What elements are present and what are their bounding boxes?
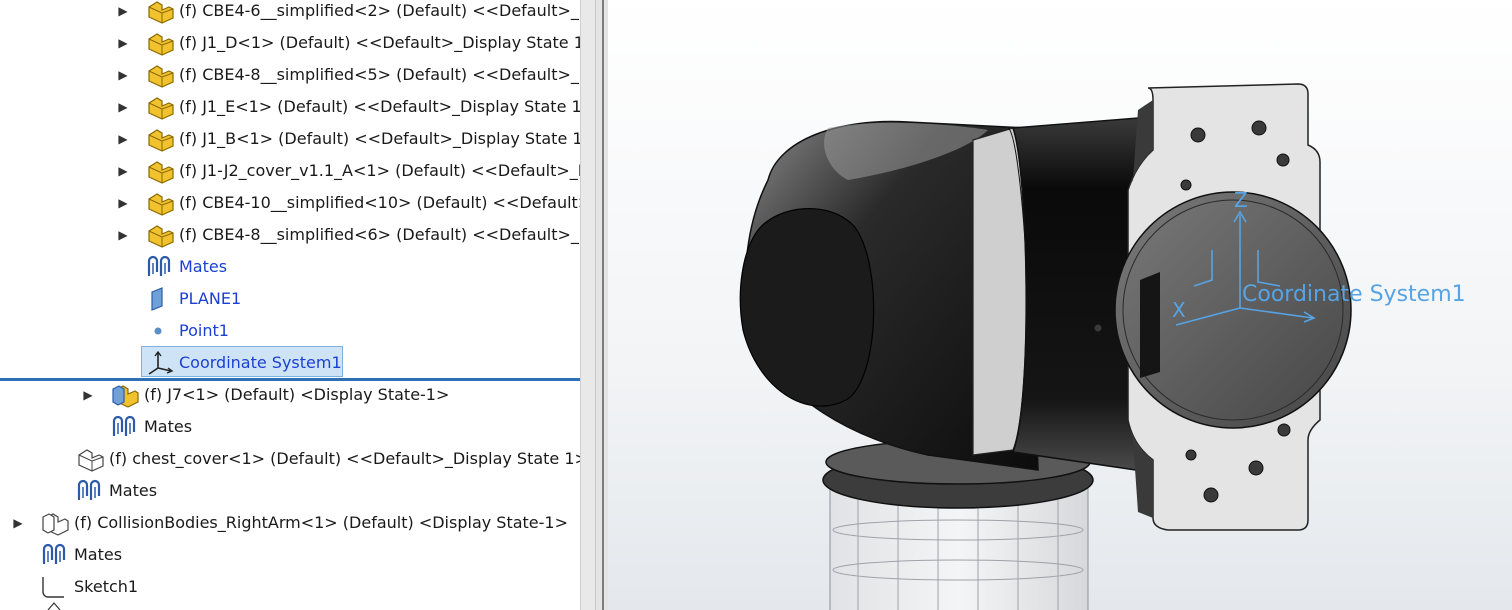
tree-item-label: Sketch1 xyxy=(74,577,139,596)
tree-item-collisionbodies-rightarm[interactable]: ▶ (f) CollisionBodies_RightArm<1> (Defau… xyxy=(0,507,580,539)
feature-manager-tree: ▶ (f) CBE4-6__simplified<2> (Default) <<… xyxy=(0,0,580,610)
tree-item-label: (f) CBE4-8__simplified<5> (Default) <<De… xyxy=(179,65,580,84)
tree-item-label: (f) CBE4-10__simplified<10> (Default) <<… xyxy=(179,193,580,212)
graphics-viewport[interactable]: Z X Coordinate System1 xyxy=(608,0,1512,610)
expand-arrow-icon[interactable]: ▶ xyxy=(118,27,128,59)
tree-item-label: Mates xyxy=(109,481,158,500)
part-yellow-icon xyxy=(148,33,174,56)
partial-next-item-icon xyxy=(47,602,61,610)
part-outline-icon xyxy=(78,449,104,472)
expand-arrow-icon[interactable]: ▶ xyxy=(118,187,128,219)
tree-item-label: Mates xyxy=(74,545,123,564)
plane-icon xyxy=(151,287,163,311)
tree-item-cbe4-8-6[interactable]: ▶ (f) CBE4-8__simplified<6> (Default) <<… xyxy=(0,219,580,251)
mates-icon xyxy=(77,479,101,500)
tree-item-cbe4-6[interactable]: ▶ (f) CBE4-6__simplified<2> (Default) <<… xyxy=(0,0,580,27)
tree-item-j1-d[interactable]: ▶ (f) J1_D<1> (Default) <<Default>_Displ… xyxy=(0,27,580,59)
tree-item-label: (f) J1-J2_cover_v1.1_A<1> (Default) <<De… xyxy=(179,161,580,180)
part-yellow-icon xyxy=(148,65,174,88)
coordinate-system-icon xyxy=(148,350,174,375)
tree-item-j7[interactable]: ▶ (f) J7<1> (Default) <Display State-1> xyxy=(0,379,580,411)
expand-arrow-icon[interactable]: ▶ xyxy=(118,0,128,27)
tree-item-sketch1[interactable]: Sketch1 xyxy=(0,571,580,603)
tree-item-mates[interactable]: Mates xyxy=(0,475,580,507)
sketch-icon xyxy=(42,577,64,598)
tree-item-label: PLANE1 xyxy=(179,289,242,308)
part-yellow-icon xyxy=(148,97,174,120)
tree-item-cbe4-10[interactable]: ▶ (f) CBE4-10__simplified<10> (Default) … xyxy=(0,187,580,219)
part-yellow-icon xyxy=(148,193,174,216)
tree-item-mates[interactable]: Mates xyxy=(0,251,580,283)
expand-arrow-icon[interactable]: ▶ xyxy=(83,379,93,411)
mates-icon xyxy=(112,415,136,436)
tree-item-label: Point1 xyxy=(179,321,229,340)
tree-item-label: (f) J7<1> (Default) <Display State-1> xyxy=(144,385,450,404)
tree-item-label: (f) CBE4-8__simplified<6> (Default) <<De… xyxy=(179,225,580,244)
tree-item-j1-b[interactable]: ▶ (f) J1_B<1> (Default) <<Default>_Displ… xyxy=(0,123,580,155)
assembly-icon xyxy=(112,385,139,408)
tree-item-chest-cover[interactable]: (f) chest_cover<1> (Default) <<Default>_… xyxy=(0,443,580,475)
tree-item-j1-e[interactable]: ▶ (f) J1_E<1> (Default) <<Default>_Displ… xyxy=(0,91,580,123)
mates-icon xyxy=(147,255,171,276)
tree-item-plane1[interactable]: PLANE1 xyxy=(0,283,580,315)
axis-z-label: Z xyxy=(1234,188,1248,212)
expand-arrow-icon[interactable]: ▶ xyxy=(118,219,128,251)
coordinate-system-label: Coordinate System1 xyxy=(1242,282,1466,307)
tree-item-label: (f) J1_B<1> (Default) <<Default>_Display… xyxy=(179,129,580,148)
expand-arrow-icon[interactable]: ▶ xyxy=(118,59,128,91)
axis-x-label: X xyxy=(1172,298,1186,322)
tree-item-coordinate-system1[interactable]: Coordinate System1 xyxy=(0,347,580,379)
tree-item-label: (f) J1_E<1> (Default) <<Default>_Display… xyxy=(179,97,580,116)
part-yellow-icon xyxy=(148,161,174,184)
expand-arrow-icon[interactable]: ▶ xyxy=(118,155,128,187)
tree-item-label: (f) chest_cover<1> (Default) <<Default>_… xyxy=(109,449,580,468)
expand-arrow-icon[interactable]: ▶ xyxy=(118,123,128,155)
tree-scrollbar[interactable] xyxy=(580,0,596,610)
expand-arrow-icon[interactable]: ▶ xyxy=(118,91,128,123)
tree-item-point1[interactable]: Point1 xyxy=(0,315,580,347)
part-yellow-icon xyxy=(148,129,174,152)
panel-splitter[interactable] xyxy=(596,0,608,610)
tree-item-cbe4-8-5[interactable]: ▶ (f) CBE4-8__simplified<5> (Default) <<… xyxy=(0,59,580,91)
part-yellow-icon xyxy=(148,225,174,248)
tree-item-mates[interactable]: Mates xyxy=(0,411,580,443)
expand-arrow-icon[interactable]: ▶ xyxy=(13,507,23,539)
tree-item-label: (f) CollisionBodies_RightArm<1> (Default… xyxy=(74,513,569,532)
tree-item-label: (f) CBE4-6__simplified<2> (Default) <<De… xyxy=(179,1,580,20)
tree-item-label: Mates xyxy=(179,257,228,276)
tree-item-j1-j2-cover[interactable]: ▶ (f) J1-J2_cover_v1.1_A<1> (Default) <<… xyxy=(0,155,580,187)
tree-item-label: (f) J1_D<1> (Default) <<Default>_Display… xyxy=(179,33,580,52)
tree-item-label: Mates xyxy=(144,417,193,436)
part-yellow-icon xyxy=(148,1,174,24)
assembly-outline-icon xyxy=(42,513,69,536)
point-icon xyxy=(154,327,162,335)
mates-icon xyxy=(42,543,66,564)
tree-item-mates[interactable]: Mates xyxy=(0,539,580,571)
tree-item-label: Coordinate System1 xyxy=(179,353,342,372)
